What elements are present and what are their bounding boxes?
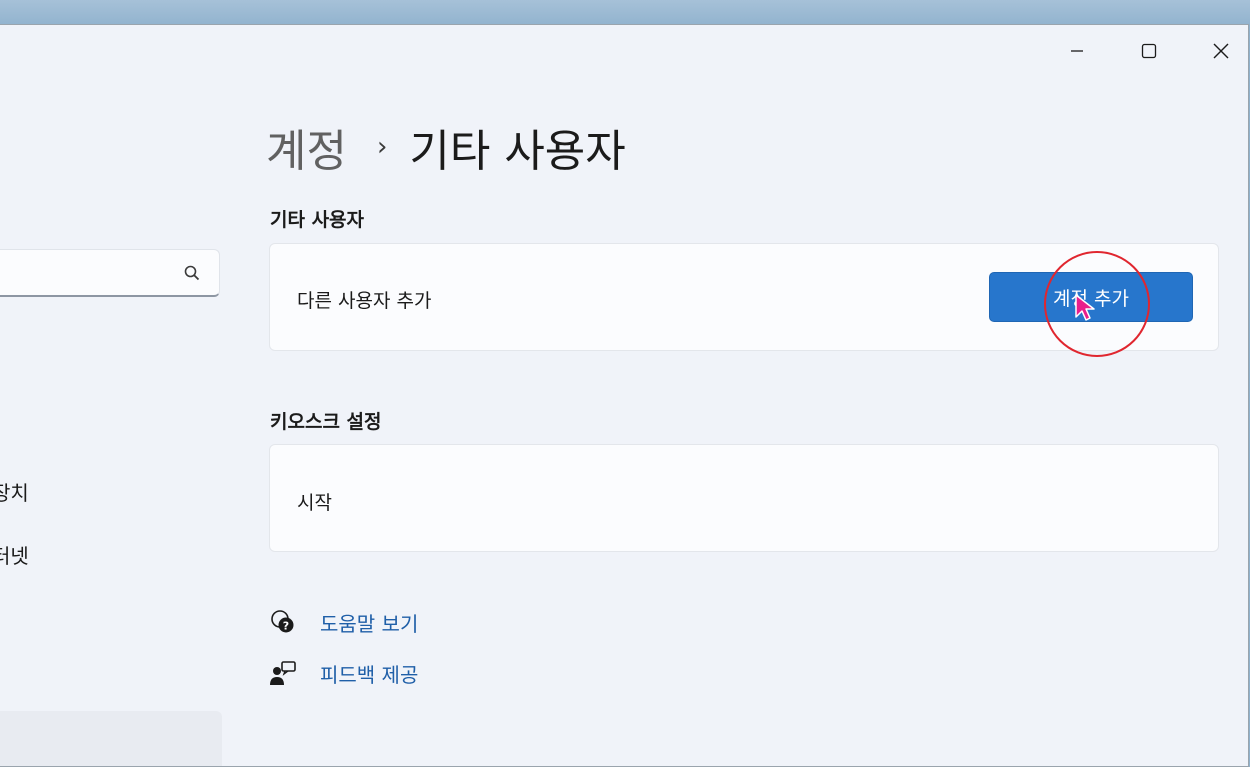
sidebar-item-label: 장치 [0,481,29,505]
svg-text:?: ? [283,620,289,633]
section-title-kiosk: 키오스크 설정 [270,411,382,433]
close-icon [1213,43,1229,59]
section-title-other-users: 기타 사용자 [270,209,365,231]
kiosk-start-label: 시작 [297,492,332,514]
add-account-button[interactable]: 계정 추가 [989,272,1193,322]
settings-window: 장치 터넷 계정 › 기타 사용자 기타 사용자 다른 사용자 추가 계정 추가… [0,24,1249,767]
feedback-link-label[interactable]: 피드백 제공 [320,659,418,688]
sidebar-item-devices[interactable]: 장치 [0,477,29,506]
sidebar-item-network[interactable]: 터넷 [0,540,29,569]
help-link[interactable]: ? 도움말 보기 [268,607,418,637]
maximize-icon [1141,43,1157,59]
minimize-icon [1071,50,1083,52]
kiosk-start-card[interactable]: 시작 [269,444,1219,552]
sidebar-item-label: 터넷 [0,544,29,568]
add-other-user-label: 다른 사용자 추가 [297,290,432,312]
search-icon [183,264,201,286]
breadcrumb-parent[interactable]: 계정 [266,115,347,179]
close-button[interactable] [1198,35,1244,67]
chevron-right-icon: › [376,132,388,162]
help-link-label[interactable]: 도움말 보기 [320,608,418,637]
feedback-icon [268,658,298,688]
maximize-button[interactable] [1126,35,1172,67]
minimize-button[interactable] [1054,35,1100,67]
page-title: 기타 사용자 [409,126,626,177]
add-other-user-card: 다른 사용자 추가 계정 추가 [269,243,1219,351]
desktop-background [0,0,1250,24]
breadcrumb: 계정 › 기타 사용자 [266,115,626,179]
search-input[interactable] [0,249,220,297]
help-icon: ? [268,607,298,637]
feedback-link[interactable]: 피드백 제공 [268,658,418,688]
sidebar-item-accounts[interactable] [0,711,222,766]
